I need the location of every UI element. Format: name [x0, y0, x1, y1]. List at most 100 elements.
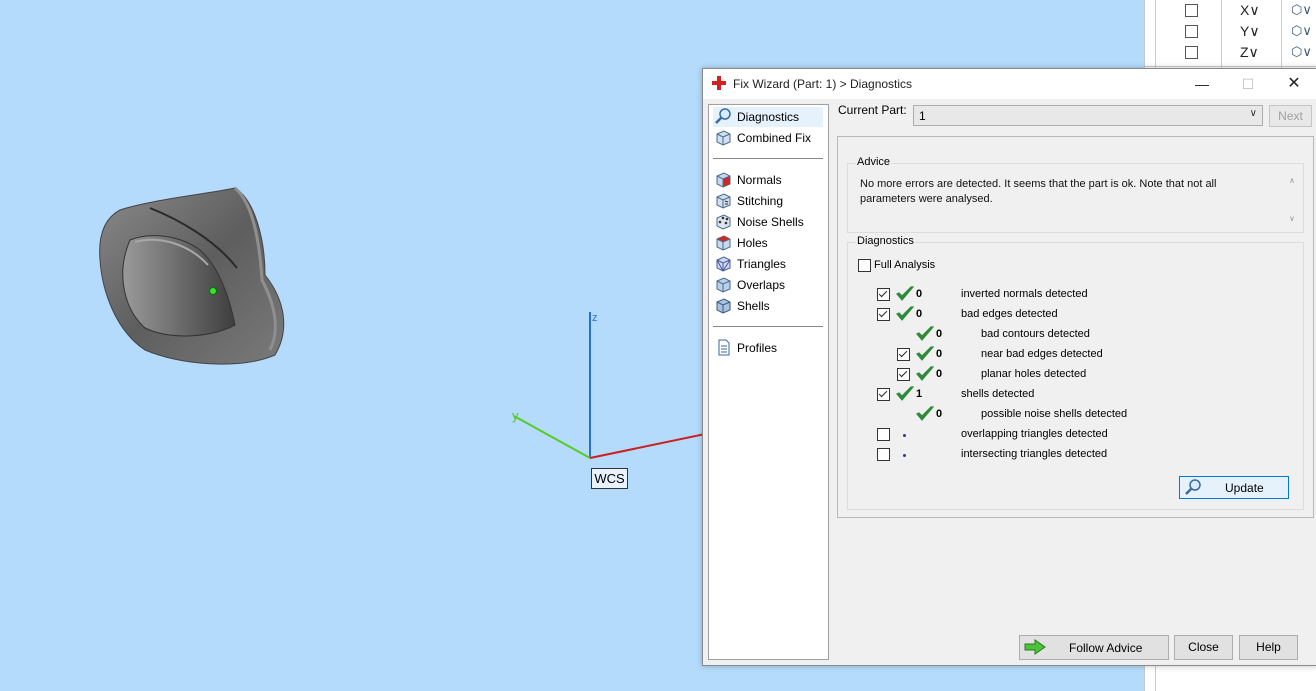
diagnostics-panel: Advice No more errors are detected. It s… — [837, 136, 1314, 518]
green-check-icon — [896, 286, 914, 301]
current-part-select[interactable]: 1 ∨ — [913, 105, 1263, 126]
nav-item-combined-fix[interactable]: Combined Fix — [713, 128, 823, 148]
axis-dropdown[interactable]: X∨ — [1240, 2, 1260, 19]
scroll-down-icon[interactable]: ∨ — [1289, 214, 1295, 223]
3d-model[interactable] — [90, 180, 300, 375]
nav-item-normals[interactable]: Normals — [713, 170, 823, 190]
nav-label: Profiles — [737, 341, 778, 355]
full-analysis-label: Full Analysis — [874, 259, 936, 271]
update-label: Update — [1225, 481, 1264, 495]
nav-item-triangles[interactable]: Triangles — [713, 254, 823, 274]
diagnostic-checkbox[interactable] — [877, 288, 890, 301]
green-check-icon — [916, 406, 934, 421]
nav-item-noise-shells[interactable]: Noise Shells — [713, 212, 823, 232]
red-cross-icon — [712, 76, 726, 90]
diagnostic-checkbox[interactable] — [897, 368, 910, 381]
row-divider — [1145, 66, 1316, 67]
close-window-button[interactable]: ✕ — [1271, 69, 1316, 99]
diagnostic-text: shells detected — [961, 388, 1035, 400]
diagnostic-row: 1 shells detected — [848, 386, 1288, 408]
cube-dropdown-icon[interactable]: ⬡∨ — [1291, 2, 1312, 18]
scroll-up-icon[interactable]: ∧ — [1289, 176, 1295, 185]
diagnostics-title: Diagnostics — [856, 235, 915, 247]
nav-label: Overlaps — [737, 278, 786, 292]
nav-item-diagnostics[interactable]: Diagnostics — [713, 107, 823, 127]
cube-icon — [716, 130, 731, 146]
update-button[interactable]: Update — [1179, 476, 1289, 499]
green-check-icon — [916, 346, 934, 361]
diagnostic-row: overlapping triangles detected — [848, 428, 1288, 448]
diagnostic-checkbox[interactable] — [877, 428, 890, 441]
nav-label: Holes — [737, 236, 768, 250]
diagnostic-checkbox[interactable] — [877, 448, 890, 461]
nav-label: Diagnostics — [737, 110, 800, 124]
nav-label: Combined Fix — [737, 131, 812, 145]
fix-wizard-dialog: Fix Wizard (Part: 1) > Diagnostics — ☐ ✕… — [702, 68, 1316, 666]
coordinate-axes — [513, 312, 710, 459]
nav-label: Noise Shells — [737, 215, 804, 229]
diagnostic-count: 0 — [936, 368, 943, 380]
pending-dot-icon — [903, 434, 906, 437]
side-row-x[interactable]: X∨ ⬡∨ — [1145, 0, 1316, 21]
diagnostic-count: 1 — [916, 388, 923, 400]
diagnostic-text: bad edges detected — [961, 308, 1058, 320]
nav-label: Stitching — [737, 194, 784, 208]
pending-dot-icon — [903, 454, 906, 457]
noise-shells-icon — [716, 214, 731, 230]
magnifier-icon — [715, 108, 731, 124]
side-row-y[interactable]: Y∨ ⬡∨ — [1145, 21, 1316, 42]
cube-dropdown-icon[interactable]: ⬡∨ — [1291, 44, 1312, 60]
axis-dropdown[interactable]: Y∨ — [1240, 23, 1260, 40]
normals-cube-icon — [716, 172, 731, 188]
axis-dropdown[interactable]: Z∨ — [1240, 44, 1259, 61]
visibility-checkbox[interactable] — [1185, 46, 1198, 59]
diagnostic-text: inverted normals detected — [961, 288, 1088, 300]
follow-advice-button[interactable]: Follow Advice — [1019, 635, 1169, 660]
advice-scrollbar[interactable]: ∧ ∨ — [1286, 176, 1300, 226]
shells-cube-icon — [716, 298, 731, 314]
maximize-button[interactable]: ☐ — [1225, 69, 1271, 99]
diagnostic-count: 0 — [936, 408, 943, 420]
nav-item-shells[interactable]: Shells — [713, 296, 823, 316]
close-button[interactable]: Close — [1174, 635, 1233, 660]
follow-advice-label: Follow Advice — [1069, 641, 1143, 655]
nav-item-overlaps[interactable]: Overlaps — [713, 275, 823, 295]
wcs-label: WCS — [591, 468, 628, 489]
nav-separator — [713, 326, 823, 327]
green-check-icon — [896, 386, 914, 401]
diagnostic-text: near bad edges detected — [981, 348, 1103, 360]
overlaps-cube-icon — [716, 277, 731, 293]
diagnostic-checkbox[interactable] — [877, 308, 890, 321]
diagnostic-row: 0 planar holes detected — [848, 366, 1288, 388]
wizard-nav: Diagnostics Combined Fix Normals Stitchi… — [708, 104, 829, 660]
green-check-icon — [916, 326, 934, 341]
diagnostic-text: planar holes detected — [981, 368, 1087, 380]
full-analysis-checkbox[interactable] — [858, 259, 871, 272]
green-check-icon — [896, 306, 914, 321]
axis-z-label: z — [592, 312, 598, 324]
help-button[interactable]: Help — [1239, 635, 1298, 660]
diagnostic-text: bad contours detected — [981, 328, 1090, 340]
visibility-checkbox[interactable] — [1185, 25, 1198, 38]
nav-separator — [713, 158, 823, 159]
diagnostic-row: 0 bad contours detected — [848, 326, 1288, 348]
green-check-icon — [916, 366, 934, 381]
diagnostic-count: 0 — [916, 308, 923, 320]
diagnostic-count: 0 — [916, 288, 923, 300]
minimize-button[interactable]: — — [1179, 69, 1225, 99]
dialog-titlebar[interactable]: Fix Wizard (Part: 1) > Diagnostics — ☐ ✕ — [703, 69, 1316, 99]
magnifier-icon — [1185, 479, 1201, 495]
side-row-z[interactable]: Z∨ ⬡∨ — [1145, 42, 1316, 63]
nav-item-profiles[interactable]: Profiles — [713, 338, 823, 358]
nav-label: Triangles — [737, 257, 786, 271]
diagnostic-checkbox[interactable] — [877, 388, 890, 401]
chevron-down-icon: ∨ — [1249, 108, 1257, 119]
next-button[interactable]: Next — [1269, 105, 1312, 127]
visibility-checkbox[interactable] — [1185, 4, 1198, 17]
diagnostic-checkbox[interactable] — [897, 348, 910, 361]
cube-dropdown-icon[interactable]: ⬡∨ — [1291, 23, 1312, 39]
nav-item-holes[interactable]: Holes — [713, 233, 823, 253]
nav-item-stitching[interactable]: Stitching — [713, 191, 823, 211]
diagnostic-text: possible noise shells detected — [981, 408, 1128, 420]
diagnostic-text: overlapping triangles detected — [961, 428, 1108, 440]
